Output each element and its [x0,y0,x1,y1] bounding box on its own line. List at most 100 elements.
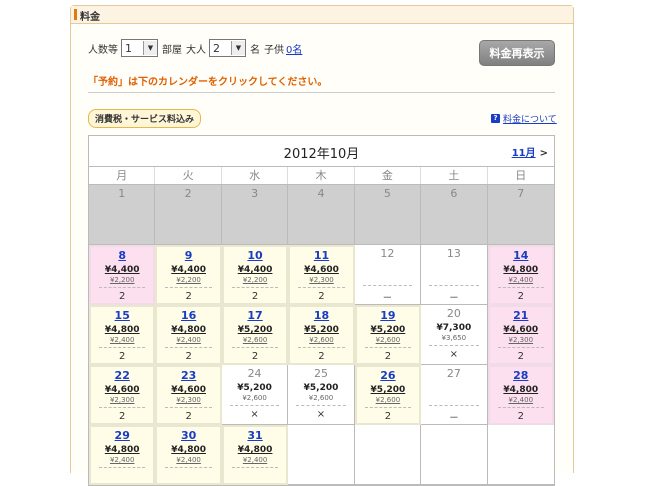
calendar-day-cell[interactable]: 26 ¥5,200 ¥2,600 2 [354,365,422,425]
calendar-day-cell[interactable]: 31 ¥4,800 ¥2,400 [221,425,289,485]
day-number: 26 [380,369,396,382]
calendar-day-cell: 6 [421,185,488,245]
child-price: ¥2,300 [309,276,334,284]
adult-price: ¥4,800 [237,445,273,455]
calendar-day-cell[interactable]: 22 ¥4,600 ¥2,300 2 [89,365,156,425]
children-label: 子供 [264,44,284,56]
calendar-day-cell[interactable]: 11 ¥4,600 ¥2,300 2 [288,245,355,305]
calendar-day-cell[interactable]: 30 ¥4,800 ¥2,400 [155,425,222,485]
children-count-link[interactable]: 0名 [286,41,302,56]
chevron-down-icon: ▼ [231,41,245,55]
about-rates-link[interactable]: ? 料金について [491,112,557,125]
adult-price: ¥4,800 [503,385,539,395]
adult-price: ¥4,600 [503,325,539,335]
calendar-day-cell: 7 [487,185,554,245]
cell-divider [231,287,279,288]
calendar-day-cell[interactable]: 23 ¥4,600 ¥2,300 2 [155,365,222,425]
rooms-available: × [449,349,459,360]
child-price: ¥2,200 [242,276,268,284]
rooms-available: 2 [318,351,325,362]
rooms-available: × [250,409,259,420]
weekday-header: 月火水木金土 日 [89,167,554,185]
day-number: 23 [180,369,197,382]
rooms-available: 2 [517,351,524,362]
next-month-label: 11月 [511,148,536,159]
day-number: 11 [313,249,330,262]
cell-divider [99,287,146,288]
calendar-day-cell: 5 [354,185,422,245]
day-number: 15 [114,309,130,322]
day-number: 20 [446,307,461,320]
chevron-down-icon: ▼ [143,41,157,55]
adults-select[interactable]: 2 ▼ [209,39,246,57]
adults-label: 大人 [186,44,206,56]
child-price: ¥2,400 [176,456,201,464]
calendar-day-cell: 2 [155,185,222,245]
calendar: 2012年10月 11月 > 月火水木金土日 1 2 3 4 5 6 7 8 ¥4,400 ¥2,2… [88,135,555,486]
cell-divider [298,287,345,288]
adult-price: ¥5,200 [304,325,339,335]
rooms-available: × [316,409,326,420]
calendar-day-cell: 13 － [421,245,488,305]
child-price: ¥2,300 [508,336,534,344]
calendar-day-cell[interactable]: 19 ¥5,200 ¥2,600 2 [354,305,422,365]
rooms-available: 2 [185,411,192,422]
adult-price: ¥4,600 [104,385,140,395]
question-icon: ? [491,114,500,123]
chevron-right-icon: > [539,148,548,159]
rooms-select[interactable]: 1 ▼ [121,39,158,57]
calendar-day-cell[interactable]: 16 ¥4,800 ¥2,400 2 [155,305,222,365]
adult-price: ¥4,400 [237,265,273,275]
cell-divider [165,287,212,288]
cell-divider [296,405,346,406]
panel-header: 料金 [71,6,573,24]
weekday-label: 金 [355,167,422,184]
cell-divider [99,347,146,348]
cell-divider [429,285,479,286]
cell-divider [497,287,544,288]
rooms-available: 2 [251,351,259,362]
day-number: 30 [180,429,197,442]
calendar-grid: 1 2 3 4 5 6 7 8 ¥4,400 ¥2,200 2 9 ¥4,400 ¥2,200 2 10 ¥4,… [89,185,554,485]
child-price: ¥2,400 [508,276,534,284]
rooms-available: 2 [517,411,524,422]
calendar-day-cell[interactable]: 18 ¥5,200 ¥2,600 2 [288,305,355,365]
child-price: ¥2,600 [308,394,334,402]
child-price: ¥2,300 [109,396,135,404]
calendar-day-cell[interactable]: 8 ¥4,400 ¥2,200 2 [89,245,156,305]
calendar-day-cell[interactable]: 9 ¥4,400 ¥2,200 2 [155,245,222,305]
cell-divider [497,347,544,348]
day-number: 19 [380,309,396,322]
child-price: ¥2,600 [242,394,267,402]
calendar-day-cell: 25 ¥5,200 ¥2,600 × [288,365,355,425]
child-price: ¥2,400 [176,336,201,344]
calendar-day-cell[interactable]: 17 ¥5,200 ¥2,600 2 [221,305,289,365]
cell-divider [99,467,146,468]
adult-price: ¥4,800 [104,325,140,335]
calendar-day-cell[interactable]: 10 ¥4,400 ¥2,200 2 [221,245,289,305]
reservation-note: 「予約」は下のカレンダーをクリックしてください。 [88,77,328,88]
day-number: 12 [380,247,395,260]
tax-included-badge: 消費税・サービス料込み [88,109,202,128]
child-price: ¥2,400 [109,336,135,344]
rooms-available: 2 [119,291,126,302]
calendar-day-cell[interactable]: 21 ¥4,600 ¥2,300 2 [487,305,554,365]
day-number: 31 [247,429,263,442]
day-number: 21 [513,309,529,322]
rooms-suffix: 部屋 [162,44,182,56]
child-price: ¥2,300 [176,396,201,404]
recalculate-button[interactable]: 料金再表示 [479,40,555,66]
day-number: 25 [313,367,328,380]
day-number: 8 [118,249,127,262]
child-price: ¥3,650 [441,334,467,342]
child-price: ¥2,400 [508,396,534,404]
calendar-day-cell[interactable]: 14 ¥4,800 ¥2,400 2 [487,245,554,305]
calendar-day-cell[interactable]: 15 ¥4,800 ¥2,400 2 [89,305,156,365]
rooms-select-value: 1 [125,41,132,55]
adult-price: ¥5,200 [370,385,406,395]
calendar-day-cell[interactable]: 29 ¥4,800 ¥2,400 [89,425,156,485]
next-month-link[interactable]: 11月 > [512,144,548,159]
calendar-day-cell[interactable]: 28 ¥4,800 ¥2,400 2 [487,365,554,425]
day-number: 7 [517,187,525,200]
calendar-header: 2012年10月 11月 > [89,136,554,167]
